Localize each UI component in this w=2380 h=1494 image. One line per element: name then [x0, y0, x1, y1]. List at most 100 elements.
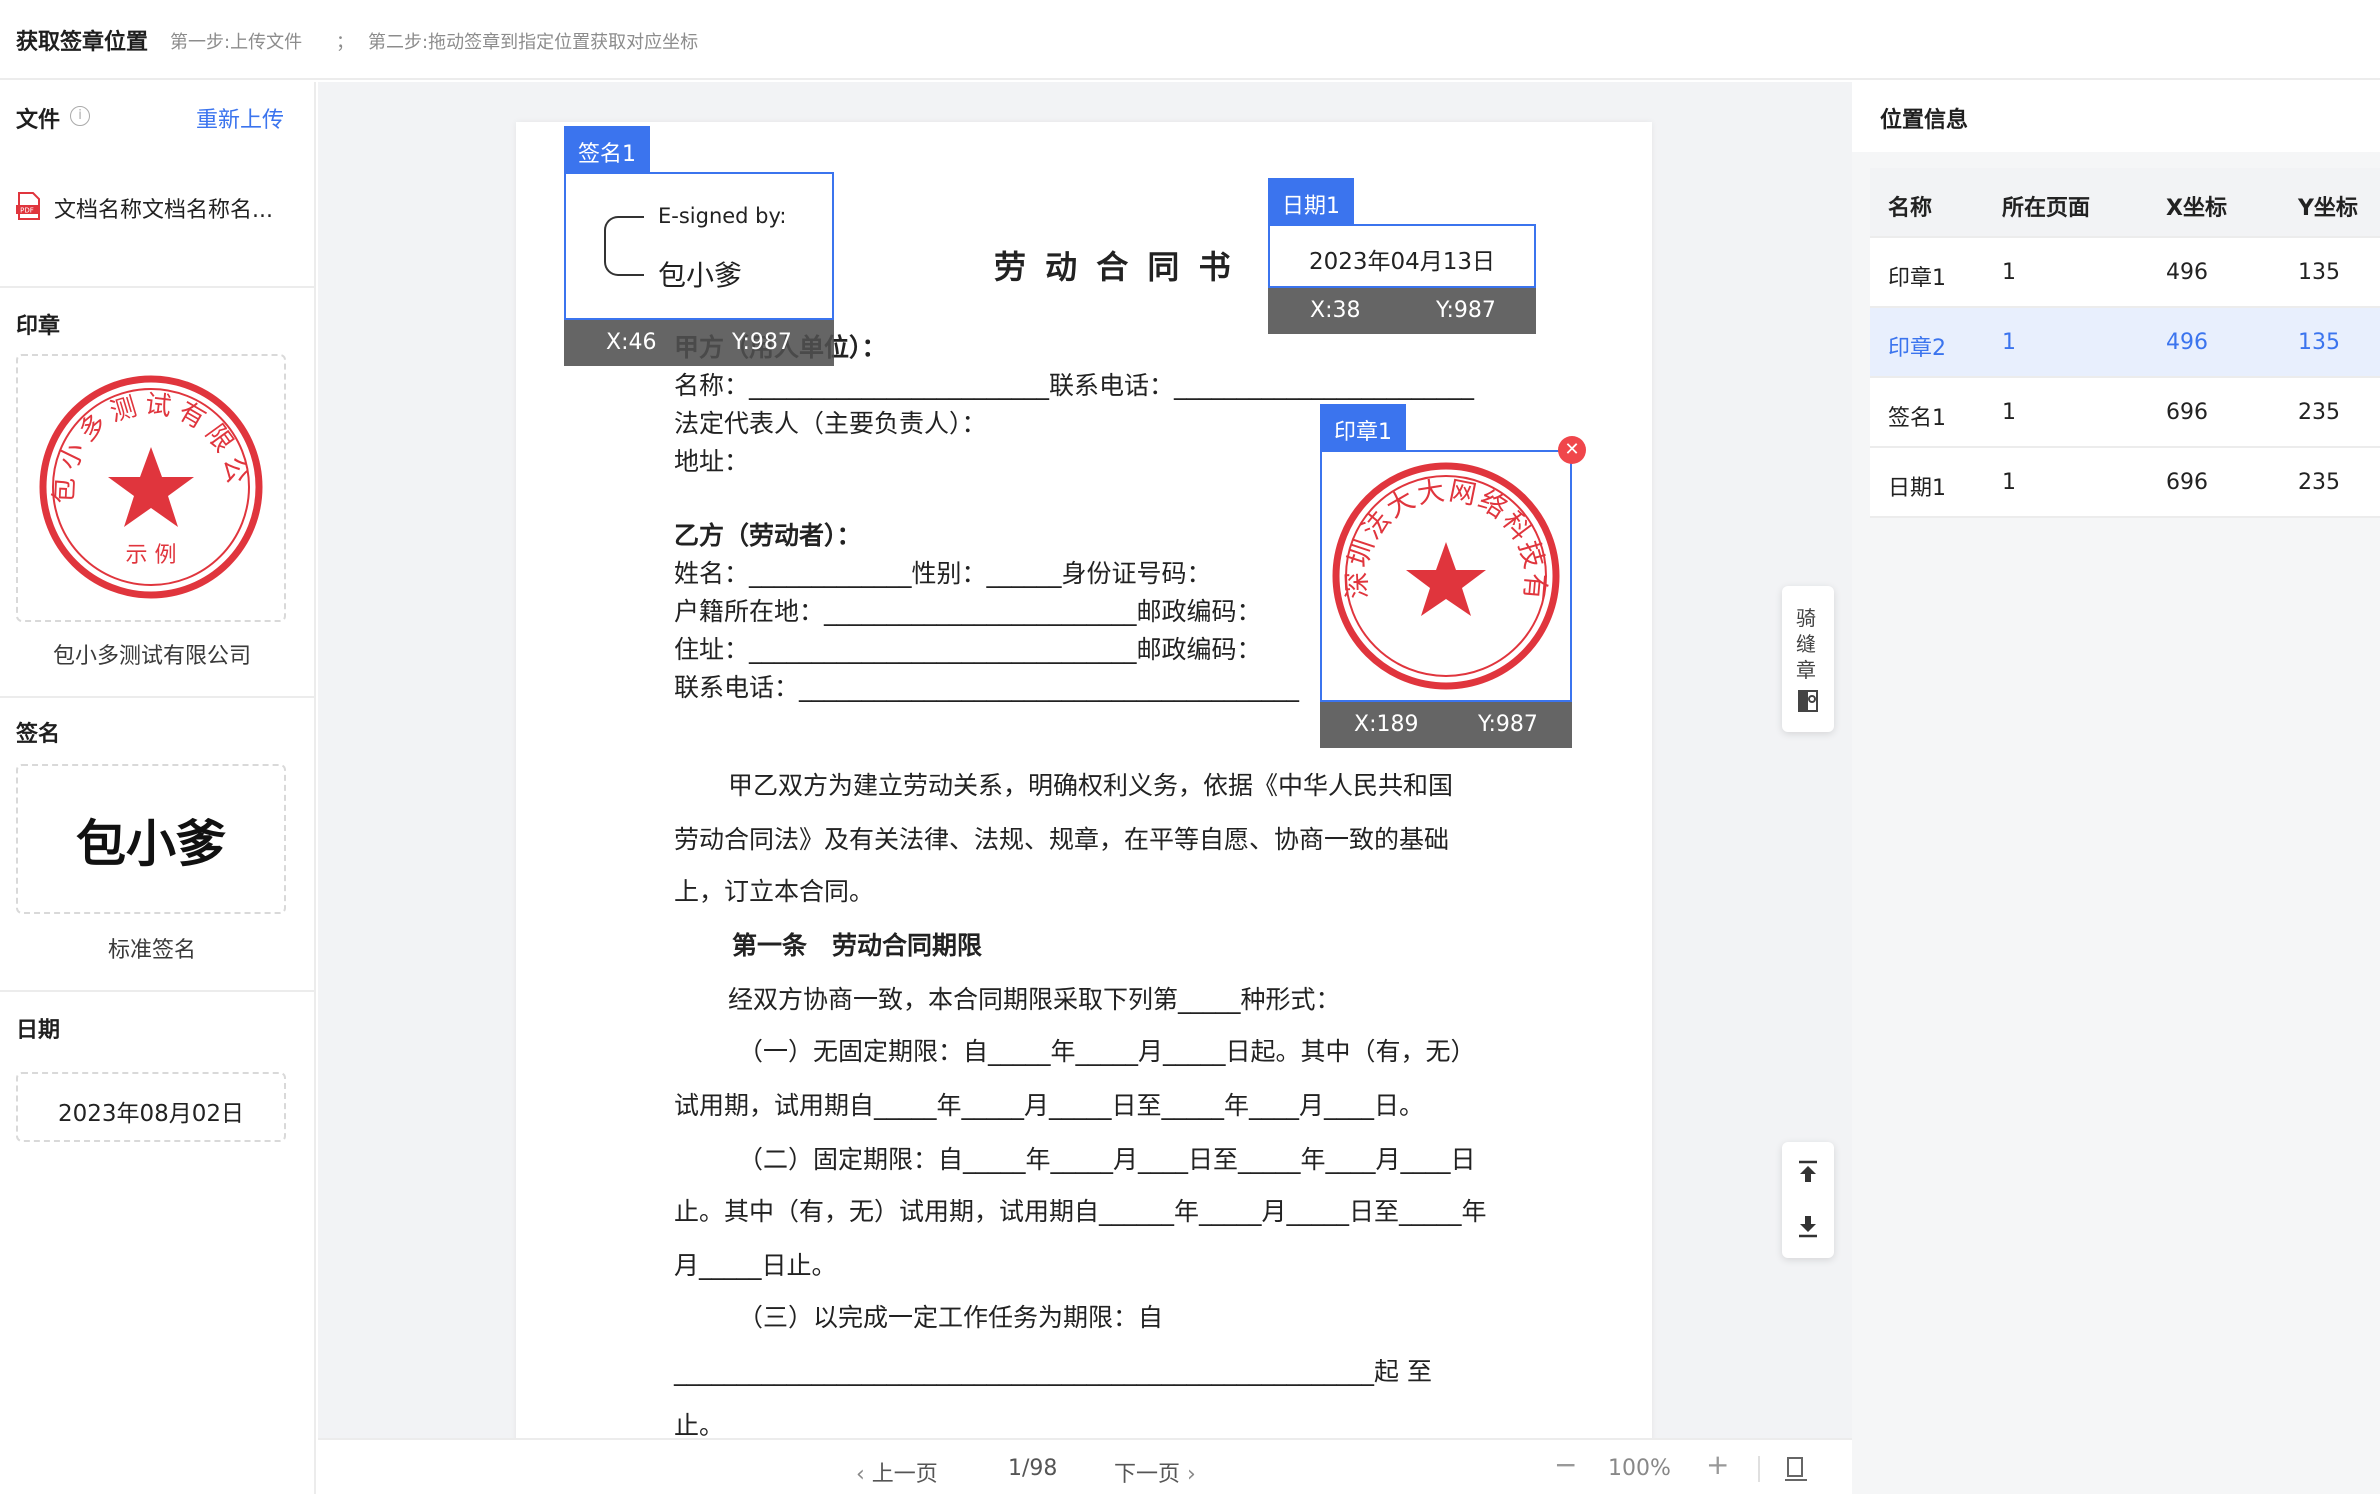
close-icon: ✕	[1564, 439, 1580, 460]
doc-line: （一）无固定期限：自_____年_____月_____日起。其中（有，无）	[738, 1037, 1476, 1066]
sign1-y: Y:987	[732, 330, 792, 355]
cell-name: 印章2	[1888, 336, 1946, 361]
date1-placed-box[interactable]: 2023年04月13日	[1268, 224, 1536, 288]
cell-page: 1	[2002, 400, 2016, 425]
file-item[interactable]: PDF 文档名称文档名称名...	[16, 190, 306, 224]
divider	[1758, 1456, 1760, 1482]
doc-line: 经双方协商一致，本合同期限采取下列第_____种形式：	[728, 985, 1341, 1014]
cell-y: 135	[2298, 260, 2340, 285]
doc-line: 甲乙双方为建立劳动关系，明确权利义务，依据《中华人民共和国	[728, 771, 1454, 800]
qifeng-label: 缝	[1796, 632, 1816, 656]
divider	[0, 990, 314, 992]
next-page-label: 下一页	[1114, 1462, 1181, 1487]
seal1-y: Y:987	[1478, 712, 1538, 737]
column-header: 名称	[1888, 196, 1933, 221]
doc-line: （三）以完成一定工作任务为期限：自	[738, 1303, 1164, 1332]
divider	[0, 696, 314, 698]
seal-caption: 包小多测试有限公司	[52, 644, 251, 669]
date-draggable[interactable]: 2023年08月02日	[16, 1072, 286, 1142]
table-row[interactable]: 签名1 1 696 235	[1870, 378, 2380, 448]
position-info-title: 位置信息	[1880, 108, 1969, 133]
signature-caption: 标准签名	[107, 938, 196, 963]
doc-line: 止。	[674, 1411, 725, 1438]
position-info-panel: 位置信息 名称 所在页面 X坐标 Y坐标 印章1 1 496 135 印章2 1…	[1852, 82, 2380, 1494]
cell-x: 696	[2166, 400, 2208, 425]
date1-y: Y:987	[1436, 298, 1496, 323]
cell-x: 496	[2166, 330, 2208, 355]
document-title: 劳 动 合 同 书	[994, 248, 1235, 286]
svg-text:示 例: 示 例	[126, 543, 177, 568]
seal-section-title: 印章	[16, 314, 61, 339]
remove-seal-button[interactable]: ✕	[1558, 436, 1586, 464]
sign1-placed-box[interactable]: E-signed by: 包小爹	[564, 172, 834, 320]
qifeng-label: 章	[1796, 658, 1816, 682]
fit-page-icon[interactable]	[1784, 1456, 1808, 1482]
scroll-to-bottom-icon[interactable]	[1797, 1214, 1819, 1238]
doc-line: 姓名：_____________性别：______身份证号码：	[674, 559, 1212, 588]
cell-name: 印章1	[1888, 266, 1946, 291]
seal1-placed-box[interactable]: 深圳法大大网络科技有限公司	[1320, 450, 1572, 702]
table-row-selected[interactable]: 印章2 1 496 135	[1870, 308, 2380, 378]
seal-draggable[interactable]: 包小多测试有限公司 示 例	[16, 354, 286, 622]
signature-preview: 包小爹	[76, 815, 226, 873]
doc-line: 上，订立本合同。	[674, 877, 875, 906]
divider	[0, 286, 314, 288]
company-seal-icon: 包小多测试有限公司 示 例	[36, 372, 263, 599]
sign1-coordinates: X:46 Y:987	[564, 320, 834, 366]
doc-line: 名称：________________________联系电话：________…	[674, 371, 1475, 400]
prev-page-label: 上一页	[871, 1462, 938, 1487]
pagination-bar: ‹ 上一页 1/98 下一页 › − 100% +	[318, 1438, 1852, 1494]
zoom-level: 100%	[1608, 1456, 1671, 1481]
cell-name: 签名1	[1888, 406, 1946, 431]
cell-page: 1	[2002, 470, 2016, 495]
next-page-button[interactable]: 下一页 ›	[1114, 1456, 1196, 1488]
date1-tag: 日期1	[1268, 178, 1354, 224]
date-section-title: 日期	[16, 1018, 61, 1043]
sign-section-title: 签名	[16, 722, 61, 747]
signature-draggable[interactable]: 包小爹	[16, 764, 286, 914]
date1-coordinates: X:38 Y:987	[1268, 288, 1536, 334]
esigned-label: E-signed by:	[658, 204, 787, 228]
table-row[interactable]: 印章1 1 496 135	[1870, 238, 2380, 308]
doc-line: 试用期，试用期自_____年_____月_____日至_____年____月__…	[674, 1091, 1425, 1120]
scroll-to-top-icon[interactable]	[1797, 1160, 1819, 1184]
doc-line: 法定代表人（主要负责人）：	[674, 409, 987, 438]
cell-x: 496	[2166, 260, 2208, 285]
cell-y: 135	[2298, 330, 2340, 355]
step-one: 第一步:上传文件	[170, 32, 303, 53]
date-preview: 2023年08月02日	[57, 1101, 245, 1127]
chevron-left-icon: ‹	[856, 1462, 872, 1487]
table-header-row: 名称 所在页面 X坐标 Y坐标	[1870, 168, 2380, 238]
date1-x: X:38	[1310, 298, 1361, 323]
doc-line: 止。其中（有，无）试用期，试用期自______年_____月_____日至___…	[674, 1197, 1487, 1226]
doc-line: ________________________________________…	[674, 1357, 1432, 1386]
zoom-in-button[interactable]: +	[1706, 1448, 1729, 1481]
doc-line: 月_____日止。	[674, 1251, 837, 1280]
column-header: X坐标	[2166, 196, 2227, 221]
esigned-name: 包小爹	[658, 259, 743, 292]
reupload-link[interactable]: 重新上传	[196, 102, 284, 134]
seal1-tag: 印章1	[1320, 404, 1406, 450]
cell-page: 1	[2002, 330, 2016, 355]
zoom-out-button[interactable]: −	[1554, 1448, 1577, 1481]
doc-line: 户籍所在地：_________________________邮政编码：	[674, 597, 1262, 626]
doc-line: 住址：_______________________________邮政编码：	[674, 635, 1262, 664]
cell-y: 235	[2298, 470, 2340, 495]
placed-company-seal-icon: 深圳法大大网络科技有限公司	[1328, 458, 1560, 690]
cell-page: 1	[2002, 260, 2016, 285]
document-viewer[interactable]: 劳 动 合 同 书 甲方（用人单位）： 名称：_________________…	[318, 82, 1852, 1438]
cross-seal-icon	[1798, 690, 1818, 712]
prev-page-button[interactable]: ‹ 上一页	[856, 1456, 938, 1488]
doc-line: 乙方（劳动者）：	[674, 521, 862, 550]
table-row[interactable]: 日期1 1 696 235	[1870, 448, 2380, 518]
file-section-title: 文件	[16, 108, 61, 133]
pdf-file-icon: PDF	[16, 192, 40, 220]
column-header: 所在页面	[2002, 196, 2091, 221]
qifeng-label: 骑	[1796, 606, 1816, 630]
seal1-x: X:189	[1354, 712, 1419, 737]
doc-line: 联系电话：___________________________________…	[674, 673, 1300, 702]
cross-page-seal-button[interactable]: 骑 缝 章	[1782, 586, 1834, 732]
seal1-coordinates: X:189 Y:987	[1320, 702, 1572, 748]
doc-line: （二）固定期限：自_____年_____月____日至_____年____月__…	[738, 1145, 1476, 1174]
page-title: 获取签章位置	[16, 30, 149, 55]
